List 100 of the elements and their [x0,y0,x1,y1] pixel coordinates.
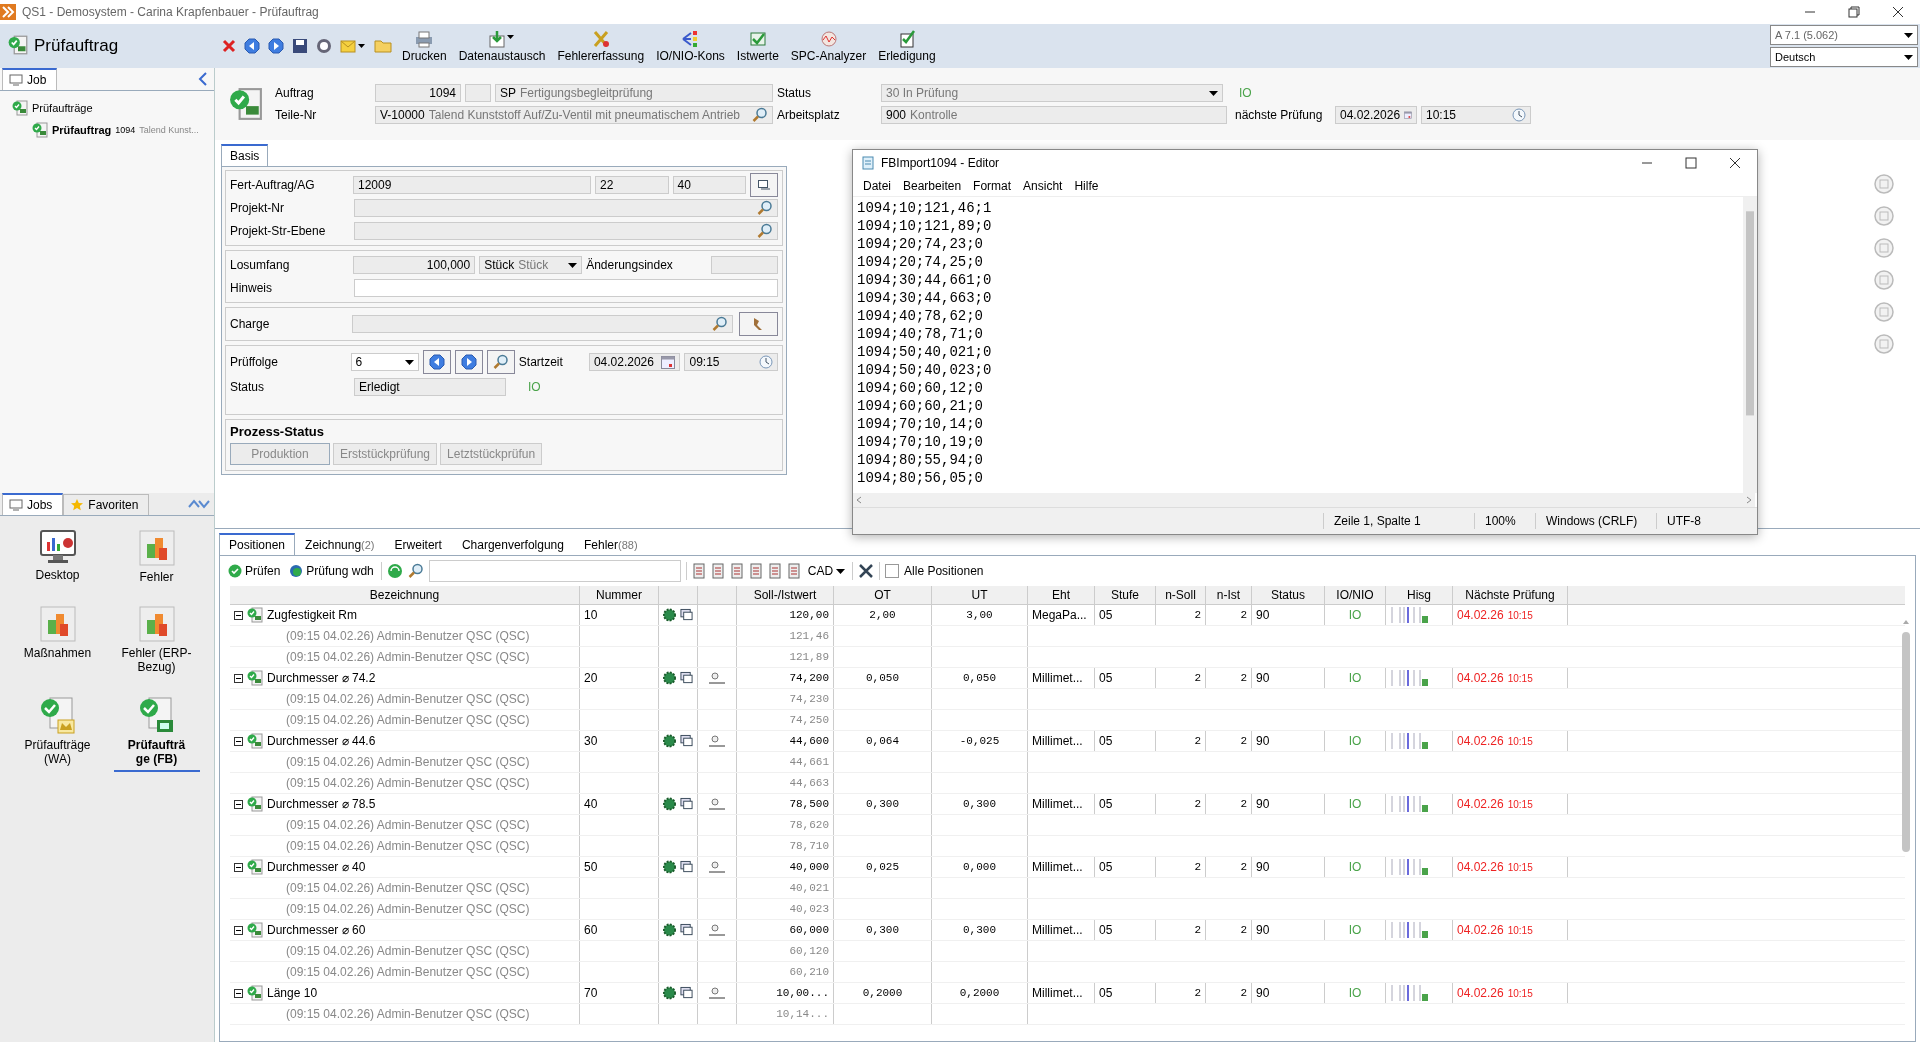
date-field[interactable]: 04.02.2026 [588,353,681,371]
gear-icon[interactable] [663,923,676,937]
picture-frame-icon[interactable] [680,923,693,937]
batch-button[interactable] [738,312,778,336]
gear-icon[interactable] [663,608,676,622]
language-dropdown[interactable]: Deutsch [1770,47,1918,67]
operation-field[interactable]: 22 [595,176,669,194]
toolbar-button[interactable]: Istwerte [732,26,783,66]
search-icon[interactable] [711,316,728,332]
column-header[interactable]: OT [874,588,891,602]
column-header[interactable]: Nächste Prüfung [1465,588,1555,602]
search-icon[interactable] [757,200,773,216]
next-icon[interactable] [268,38,284,54]
search-icon[interactable] [752,107,768,123]
column-header[interactable]: UT [971,588,988,602]
clock-icon[interactable] [759,355,773,369]
toolbar-button[interactable]: Datenaustausch [454,26,550,66]
previous-icon[interactable] [428,354,445,370]
sidebar-tab[interactable]: Favoriten [63,494,150,515]
tab[interactable]: Erweitert [384,533,452,555]
check-button[interactable]: Prüfen [226,564,283,578]
project-number-field[interactable] [354,199,778,217]
collapse-toggle[interactable] [234,673,243,683]
clock-icon[interactable] [1512,108,1526,122]
part-number-field[interactable]: V-10000 Talend Kunststoff Auf/Zu-Ventil mit pneumatischem Antrieb [375,106,773,124]
sequence-dropdown[interactable]: 6 [350,353,419,371]
column-header[interactable]: Hisg [1407,588,1431,602]
search-icon[interactable] [407,563,424,579]
cad-dropdown[interactable]: CAD [805,564,848,578]
toolbar-button[interactable]: Fehlererfassung [553,26,649,66]
list-icon[interactable] [691,563,706,579]
menu-item[interactable]: Format [967,179,1018,193]
column-header[interactable]: Stufe [1111,588,1139,602]
launcher-tile[interactable]: Fehler (ERP-Bezug) [113,606,200,678]
column-header[interactable]: Bezeichnung [369,588,440,602]
repeat-check-button[interactable]: Prüfung wdh [287,564,376,578]
search-field[interactable] [428,560,681,582]
status-dropdown[interactable]: 30 In Prüfung [881,84,1223,102]
job-tab[interactable]: Job [2,68,58,90]
order-number-field[interactable]: 1094 [375,84,461,102]
picture-frame-icon[interactable] [680,734,693,748]
picture-frame-icon[interactable] [680,797,693,811]
column-header[interactable]: n-Ist [1216,588,1241,602]
column-header[interactable]: Status [1271,588,1305,602]
note-field[interactable] [354,279,778,297]
collapse-toggle[interactable] [234,925,243,935]
toolbar-button[interactable]: Erledigung [874,26,940,66]
previous-button[interactable] [422,350,451,374]
search-icon[interactable] [757,223,773,239]
menu-item[interactable]: Bearbeiten [897,179,968,193]
operation-field[interactable]: 40 [672,176,746,194]
tree-item[interactable]: Prüfaufträge [12,97,214,119]
change-index-field[interactable] [710,256,778,274]
menu-item[interactable]: Ansicht [1017,179,1069,193]
picture-frame-icon[interactable] [680,608,693,622]
menu-item[interactable]: Datei [857,179,897,193]
gear-icon[interactable] [663,797,676,811]
time-field[interactable]: 09:15 [684,353,778,371]
collapse-toggle[interactable] [234,988,243,998]
checkbox[interactable] [885,564,900,578]
column-header[interactable]: Nummer [596,588,642,602]
launcher-tile[interactable]: Prüfaufträge (FB) [113,696,200,772]
production-order-field[interactable]: 12009 [353,176,592,194]
search-button[interactable] [486,350,515,374]
picture-frame-icon[interactable] [680,986,693,1000]
collapse-toggle[interactable] [234,862,243,872]
picture-frame-icon[interactable] [680,671,693,685]
unit-dropdown[interactable]: Stück Stück [479,256,583,274]
close-icon[interactable] [1729,157,1741,169]
tab[interactable]: Chargenverfolgung [451,533,574,555]
toolbar-button[interactable]: SPC-Analyzer [786,26,871,66]
tab[interactable]: Fehler(88) [573,533,648,555]
launcher-tile[interactable]: Prüfaufträge (WA) [14,696,101,772]
chevrons-icon[interactable] [188,499,210,509]
gear-icon[interactable] [663,986,676,1000]
project-level-field[interactable] [354,222,778,240]
gear-icon[interactable] [663,734,676,748]
order-extra-field[interactable] [465,84,491,102]
toolbar-button[interactable]: IO/NIO-Kons [652,26,729,66]
tab[interactable]: Positionen [219,533,296,555]
search-icon[interactable] [492,354,509,370]
launcher-tile[interactable]: Fehler [113,530,200,588]
column-header[interactable]: Soll-/Istwert [753,588,817,602]
order-type-field[interactable]: SP Fertigungsbegleitprüfung [495,84,773,102]
column-header[interactable]: Eht [1052,588,1070,602]
calendar-icon[interactable] [1404,108,1412,122]
launcher-tile[interactable]: Maßnahmen [14,606,101,678]
column-header[interactable]: IO/NIO [1336,588,1374,602]
calendar-icon[interactable] [661,355,676,369]
gear-icon[interactable] [663,860,676,874]
toolbar-button[interactable]: Drucken [398,26,451,66]
batch-field[interactable] [352,315,733,333]
column-header[interactable]: n-Soll [1165,588,1196,602]
collapse-toggle[interactable] [234,736,243,746]
sidebar-tab[interactable]: Jobs [2,493,64,515]
restore-icon[interactable] [1848,6,1860,18]
close-icon[interactable] [1892,6,1904,18]
lookup-button[interactable] [750,173,778,197]
tree-item[interactable]: Prüfauftrag 1094 Talend Kunst... [32,119,214,141]
collapse-toggle[interactable] [234,799,243,809]
